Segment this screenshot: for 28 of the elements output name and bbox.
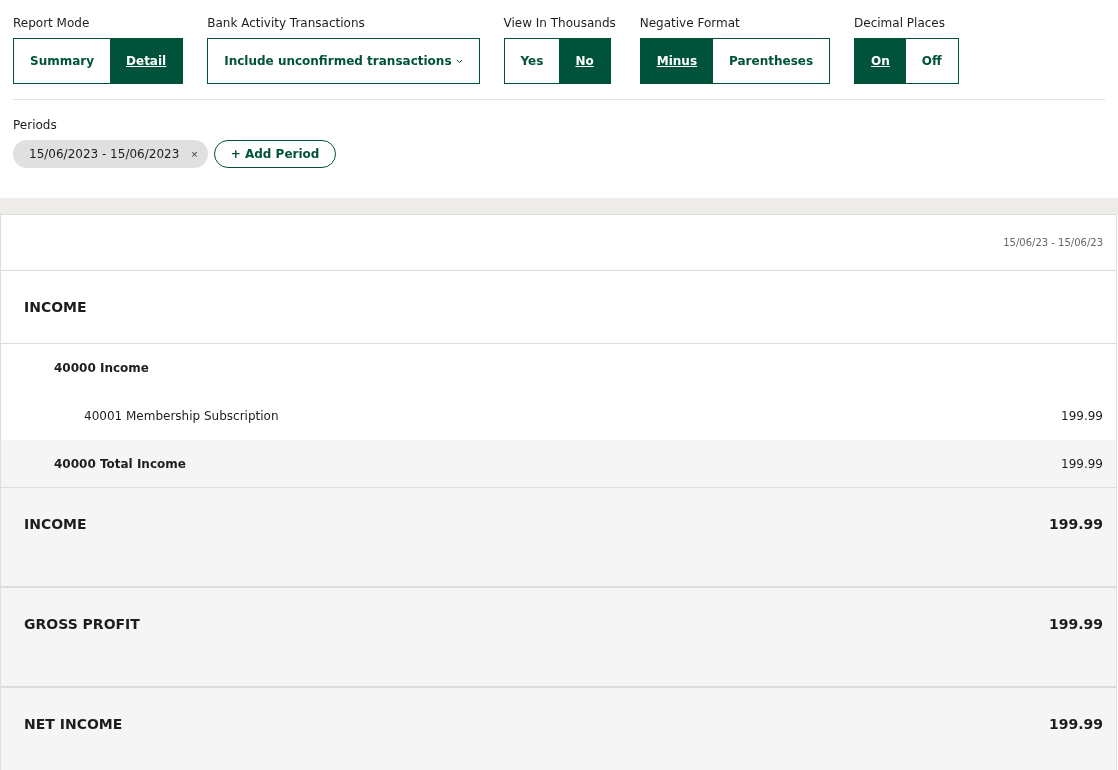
add-period-button[interactable]: + Add Period xyxy=(213,140,337,168)
filter-label: Decimal Places xyxy=(854,16,945,30)
row-label: GROSS PROFIT xyxy=(24,616,140,632)
filter-label: Negative Format xyxy=(639,16,740,30)
row-label: NET INCOME xyxy=(24,716,123,732)
toggle-option[interactable]: No xyxy=(559,39,610,83)
row-amount: 199.99 xyxy=(1061,456,1103,471)
filter-label: Report Mode xyxy=(13,16,90,30)
periods-label: Periods xyxy=(13,118,58,132)
chevron-down-icon xyxy=(455,58,463,64)
filter-label: Bank Activity Transactions xyxy=(207,16,365,30)
period-range: 15/06/2023 - 15/06/2023 xyxy=(29,147,180,161)
row-amount: 199.99 xyxy=(1048,716,1103,732)
dropdown[interactable]: Include unconfirmed transactions xyxy=(207,38,480,84)
row-label: INCOME xyxy=(24,299,87,315)
row-amount: 199.99 xyxy=(1048,516,1103,532)
row-amount: 199.99 xyxy=(1048,616,1103,632)
row-label: 40001 Membership Subscription xyxy=(84,409,279,423)
row-label: 40000 Income xyxy=(54,361,149,375)
toggle-option[interactable]: Detail xyxy=(110,39,183,83)
row-label: INCOME xyxy=(24,516,87,532)
remove-button[interactable]: × xyxy=(191,148,198,160)
toggle-option[interactable]: On xyxy=(855,39,906,83)
filter-label: View In Thousands xyxy=(503,16,616,30)
row-amount: 199.99 xyxy=(1061,409,1103,423)
row-label: 40000 Total Income xyxy=(54,456,186,471)
toggle-option[interactable]: Minus xyxy=(640,39,714,83)
column-header: 15/06/23 - 15/06/23 xyxy=(1003,237,1103,248)
